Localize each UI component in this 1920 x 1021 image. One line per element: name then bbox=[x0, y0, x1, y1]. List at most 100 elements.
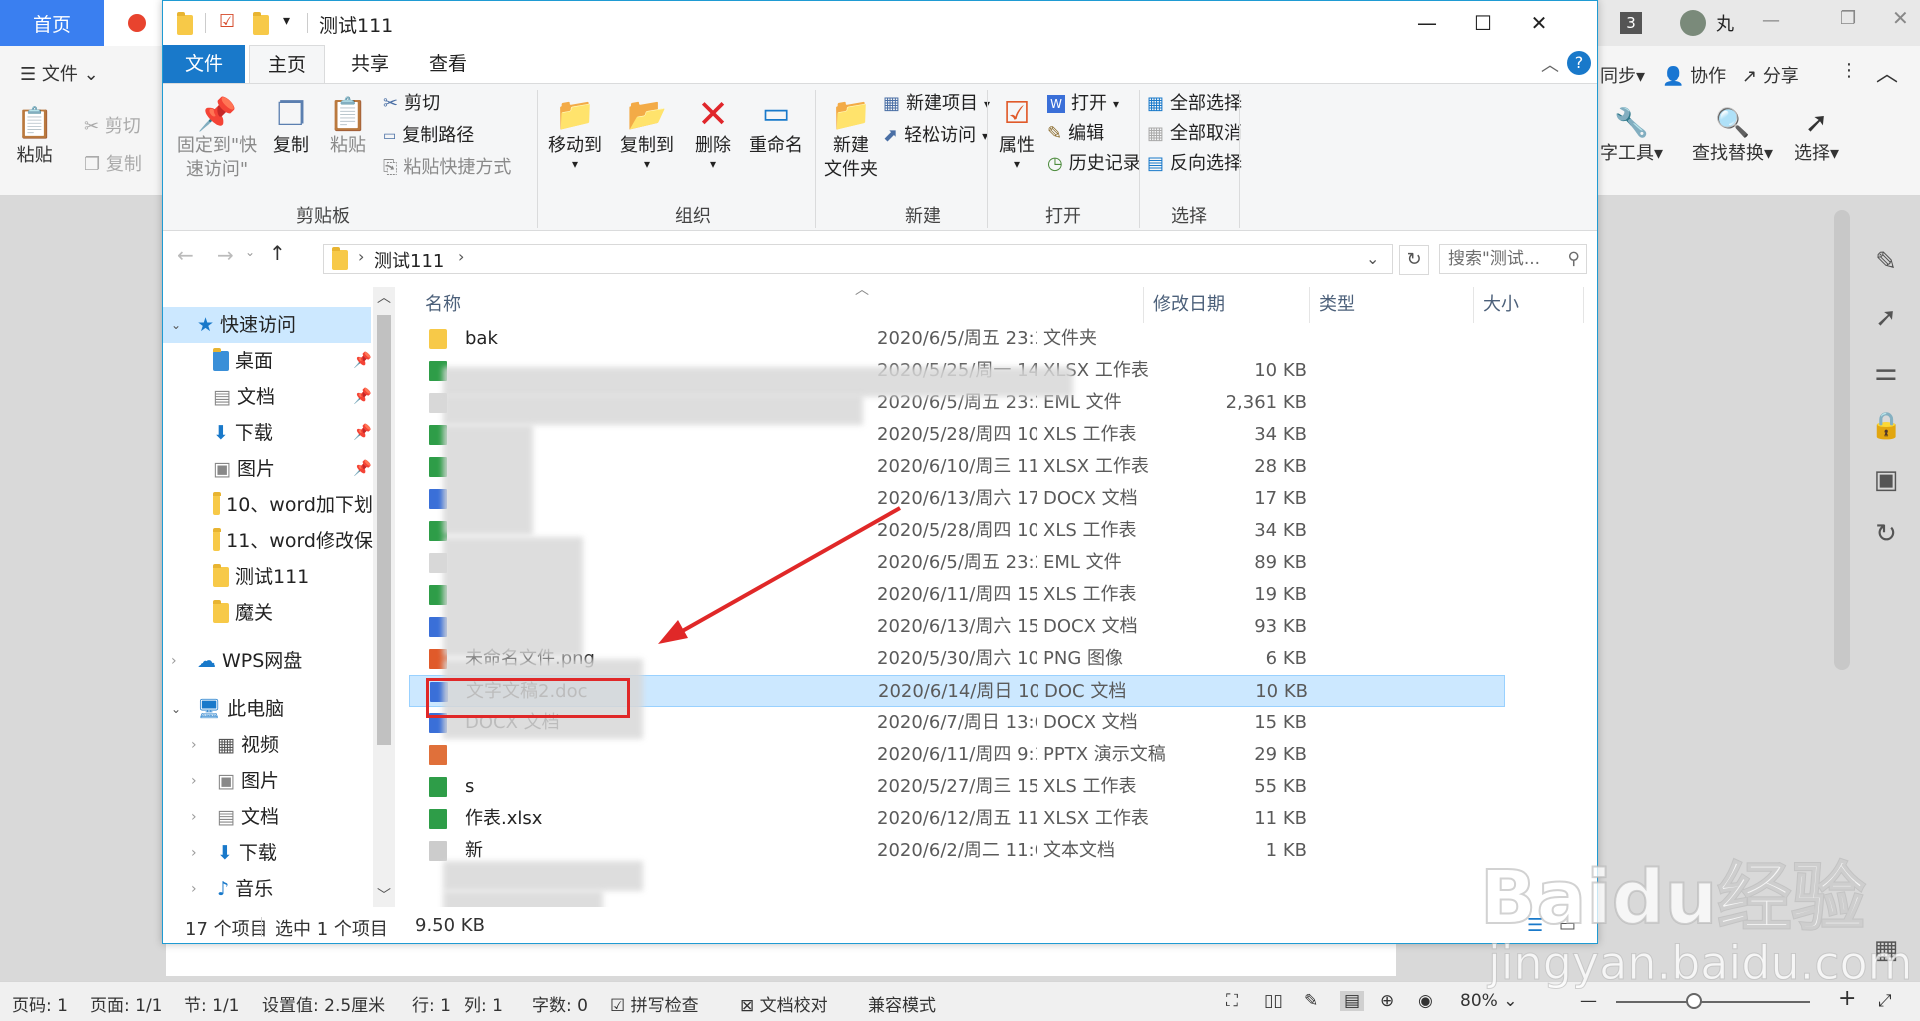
sliders-icon[interactable]: ⚌ bbox=[1870, 356, 1902, 388]
new-folder-qat-icon[interactable] bbox=[253, 12, 269, 40]
avatar[interactable] bbox=[1680, 10, 1706, 36]
help-icon[interactable]: ? bbox=[1567, 51, 1591, 75]
pin-quick-access-button[interactable]: 📌 固定到"快 速访问" bbox=[173, 94, 261, 182]
edit-mode-icon[interactable]: ✎ bbox=[1304, 991, 1318, 1011]
nav-pictures[interactable]: ▣ 图片 bbox=[213, 451, 373, 487]
navigation-scroll-thumb[interactable] bbox=[377, 315, 391, 745]
qat-dropdown-icon[interactable]: ▾ bbox=[283, 13, 290, 29]
read-mode-icon[interactable]: ▯▯ bbox=[1264, 991, 1283, 1011]
wps-restore-icon[interactable]: ❐ bbox=[1840, 8, 1856, 29]
proofread-button[interactable]: ⊠ 文档校对 bbox=[740, 991, 828, 1016]
wps-minimize-icon[interactable]: — bbox=[1762, 10, 1780, 31]
tab-view[interactable]: 查看 bbox=[413, 45, 483, 83]
table-row[interactable]: 2020/6/11/周四 9:38 PPTX 演示文稿 29 KB bbox=[409, 739, 1505, 771]
column-separator[interactable] bbox=[1309, 287, 1310, 323]
wps-find-replace-button[interactable]: 🔍 查找替换▾ bbox=[1692, 106, 1773, 165]
pen-icon[interactable]: ✎ bbox=[1870, 246, 1902, 278]
wps-more-icon[interactable]: ⋮ bbox=[1840, 60, 1858, 81]
column-header-name[interactable]: 名称 bbox=[425, 287, 825, 323]
refresh-icon[interactable]: ↻ bbox=[1870, 518, 1902, 550]
pin-icon[interactable]: 📌 bbox=[353, 459, 372, 477]
wps-close-icon[interactable]: ✕ bbox=[1892, 6, 1909, 30]
nav-pc-downloads[interactable]: › ⬇ 下载 bbox=[191, 835, 371, 871]
paste-button[interactable]: 📋 粘贴 bbox=[323, 94, 373, 158]
pin-icon[interactable]: 📌 bbox=[353, 351, 372, 369]
column-header-type[interactable]: 类型 bbox=[1319, 287, 1469, 323]
nav-folder-11[interactable]: 11、word修改保 bbox=[213, 523, 373, 559]
spell-check-button[interactable]: ☑ 拼写检查 bbox=[610, 991, 699, 1016]
maximize-button[interactable]: ☐ bbox=[1455, 1, 1511, 45]
nav-pc-documents[interactable]: › ▤ 文档 bbox=[191, 799, 371, 835]
invert-selection-button[interactable]: ▤ 反向选择 bbox=[1147, 150, 1242, 178]
back-arrow-icon[interactable]: ← bbox=[177, 243, 194, 267]
column-separator[interactable] bbox=[1583, 287, 1584, 323]
refresh-icon[interactable]: ↻ bbox=[1399, 245, 1429, 275]
wps-cut-button[interactable]: ✂ 剪切 bbox=[84, 112, 141, 138]
collapse-ribbon-icon[interactable]: ︿ bbox=[1541, 51, 1559, 77]
table-row[interactable]: 作表.xlsx 2020/6/12/周五 11:... XLSX 工作表 11 KB bbox=[409, 803, 1505, 835]
nav-desktop[interactable]: 桌面 bbox=[213, 343, 373, 379]
wps-collapse-icon[interactable]: ︿ bbox=[1876, 56, 1898, 88]
address-bar[interactable]: › 测试111 › ⌄ bbox=[323, 244, 1393, 274]
new-folder-button[interactable]: 📁 新建 文件夹 bbox=[821, 94, 881, 182]
address-dropdown-icon[interactable]: ⌄ bbox=[1366, 249, 1379, 268]
select-none-button[interactable]: ▦ 全部取消 bbox=[1147, 120, 1242, 148]
wps-share-button[interactable]: ↗ 分享 bbox=[1742, 62, 1799, 88]
wps-sync-button[interactable]: 同步▾ bbox=[1600, 62, 1645, 88]
search-input[interactable]: 搜索"测试... ⚲ bbox=[1439, 244, 1587, 274]
tab-share[interactable]: 共享 bbox=[335, 45, 405, 83]
scroll-down-icon[interactable]: ﹀ bbox=[377, 885, 391, 905]
breadcrumb[interactable]: 测试111 bbox=[374, 247, 444, 273]
nav-folder-moguan[interactable]: 魔关 bbox=[213, 595, 373, 631]
nav-wps-cloud[interactable]: › ☁ WPS网盘 bbox=[171, 643, 371, 679]
up-arrow-icon[interactable]: ↑ bbox=[269, 241, 286, 265]
wps-paste-button[interactable]: 📋 粘贴 bbox=[16, 106, 53, 167]
wps-home-tab[interactable]: 首页 bbox=[0, 0, 104, 46]
table-row[interactable]: s 2020/5/27/周三 15:... XLS 工作表 55 KB bbox=[409, 771, 1505, 803]
nav-pc-pictures[interactable]: › ▣ 图片 bbox=[191, 763, 371, 799]
page-view-icon[interactable]: ▤ bbox=[1340, 991, 1365, 1011]
column-separator[interactable] bbox=[1473, 287, 1474, 323]
close-button[interactable]: ✕ bbox=[1511, 1, 1567, 45]
new-item-button[interactable]: ▦新建项目▾ bbox=[883, 90, 990, 118]
tab-file[interactable]: 文件 bbox=[163, 45, 245, 83]
column-header-date[interactable]: 修改日期 bbox=[1153, 287, 1303, 323]
nav-music[interactable]: › ♪ 音乐 bbox=[191, 871, 371, 907]
properties-button[interactable]: ☑ 属性 ▾ bbox=[993, 94, 1041, 170]
copy-path-button[interactable]: ▭ 复制路径 bbox=[383, 122, 474, 150]
copy-button[interactable]: ❐ 复制 bbox=[267, 94, 315, 158]
wps-tab-count[interactable]: 3 bbox=[1620, 12, 1642, 34]
paste-shortcut-button[interactable]: ⎘ 粘贴快捷方式 bbox=[383, 154, 511, 182]
nav-documents[interactable]: ▤ 文档 bbox=[213, 379, 373, 415]
minimize-button[interactable]: — bbox=[1399, 1, 1455, 45]
nav-videos[interactable]: › ▦ 视频 bbox=[191, 727, 371, 763]
properties-qat-icon[interactable]: ☑ bbox=[219, 11, 235, 32]
copy-to-button[interactable]: 📂 复制到 ▾ bbox=[615, 94, 679, 170]
table-row[interactable]: 2020/6/13/周六 17:...DOCX 文档17 KB bbox=[409, 483, 1505, 515]
nav-folder-test[interactable]: 测试111 bbox=[213, 559, 373, 595]
cut-button[interactable]: ✂ 剪切 bbox=[383, 90, 440, 118]
pin-icon[interactable]: 📌 bbox=[353, 423, 372, 441]
image-icon[interactable]: ▣ bbox=[1870, 464, 1902, 496]
navigation-scrollbar[interactable]: ︿ ﹀ bbox=[373, 287, 395, 907]
pointer-icon[interactable]: ➚ bbox=[1870, 302, 1902, 334]
rename-button[interactable]: ▭ 重命名 bbox=[743, 94, 809, 158]
nav-folder-10[interactable]: 10、word加下划 bbox=[213, 487, 373, 523]
recent-locations-icon[interactable]: ⌄ bbox=[245, 245, 255, 259]
nav-quick-access[interactable]: ⌄ ★ 快速访问 bbox=[163, 307, 371, 343]
column-separator[interactable] bbox=[1143, 287, 1144, 323]
column-header-size[interactable]: 大小 bbox=[1483, 287, 1563, 323]
forward-arrow-icon[interactable]: → bbox=[217, 243, 234, 267]
web-view-icon[interactable]: ⊕ bbox=[1380, 991, 1394, 1011]
wps-copy-button[interactable]: ❐ 复制 bbox=[84, 150, 142, 176]
eye-protect-icon[interactable]: ◉ bbox=[1418, 991, 1433, 1011]
wps-collab-button[interactable]: 👤 协作 bbox=[1662, 62, 1726, 88]
table-row[interactable]: bak 2020/6/5/周五 23:31 文件夹 bbox=[409, 323, 1505, 355]
wps-tools-button[interactable]: 🔧 字工具▾ bbox=[1600, 106, 1663, 165]
pin-icon[interactable]: 📌 bbox=[353, 387, 372, 405]
move-to-button[interactable]: 📁 移动到 ▾ bbox=[543, 94, 607, 170]
wps-select-button[interactable]: ➚ 选择▾ bbox=[1794, 106, 1839, 165]
scroll-up-icon[interactable]: ︿ bbox=[377, 287, 391, 307]
wps-doc-tab[interactable] bbox=[104, 0, 164, 46]
tab-home[interactable]: 主页 bbox=[249, 45, 325, 83]
